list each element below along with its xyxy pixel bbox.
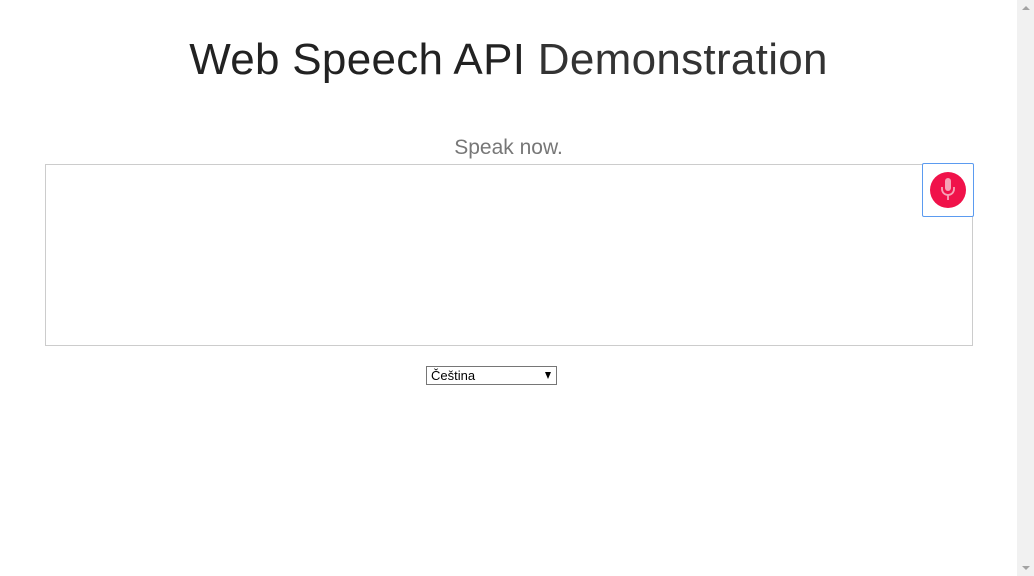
status-message: Speak now. — [454, 136, 563, 159]
page-title: Web Speech API Demonstration — [0, 34, 1017, 86]
scroll-down-icon[interactable] — [1022, 566, 1030, 570]
title-part-1: Web Speech API — [189, 35, 526, 84]
scroll-up-icon[interactable] — [1022, 6, 1030, 10]
title-part-2: Demonstration — [537, 35, 828, 84]
microphone-icon — [941, 178, 955, 200]
page: Web Speech API Demonstration Speak now. … — [0, 0, 1034, 576]
mic-indicator — [930, 172, 966, 208]
language-select[interactable]: Čeština — [426, 366, 557, 385]
start-dictation-button[interactable] — [922, 163, 974, 217]
main-content: Web Speech API Demonstration Speak now. … — [0, 0, 1017, 576]
chevron-down-icon — [545, 372, 551, 379]
language-select-value: Čeština — [431, 368, 476, 383]
vertical-scrollbar[interactable] — [1017, 0, 1034, 576]
transcript-results-box[interactable] — [45, 164, 973, 346]
